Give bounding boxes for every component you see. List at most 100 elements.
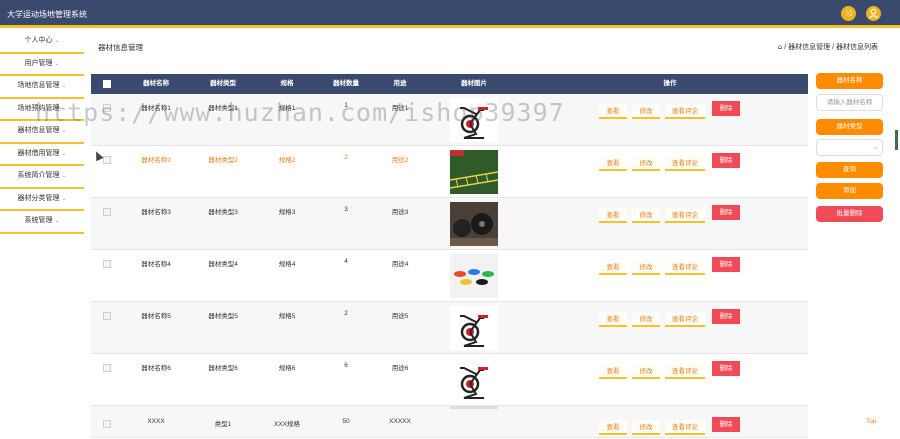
sidebar-item-label: 器材分类管理 [17,194,60,202]
scrollbar-thumb[interactable] [895,130,898,150]
equipment-image [450,254,498,298]
view-button[interactable]: 查看 [599,156,627,171]
sidebar-item-equipment[interactable]: 器材信息管理 ⌄ [0,121,84,144]
equipment-image [450,306,498,350]
sidebar-item-venue-booking[interactable]: 场地预约管理 ⌄ [0,99,84,121]
edit-button[interactable]: 修改 [632,420,660,435]
sidebar-item-label: 个人中心 [24,37,53,44]
app-title: 大学运动场地管理系统 [7,10,87,19]
view-button[interactable]: 查看 [599,208,627,223]
delete-button[interactable]: 删除 [712,257,740,272]
cell-type: 器材类型5 [208,313,238,320]
cell-use: 用途4 [391,261,409,268]
user-icon[interactable] [866,6,881,21]
cell-name: 器材名称3 [141,209,171,216]
back-to-top-link[interactable]: Top [866,418,876,425]
add-button[interactable]: 添加 [816,183,883,199]
cell-spec: 规格2 [278,157,296,164]
edit-button[interactable]: 修改 [632,156,660,171]
header-image: 器材图片 [461,80,487,87]
type-filter-label: 器材类型 [816,119,883,135]
sidebar-item-equipment-category[interactable]: 器材分类管理 ⌄ [0,189,84,211]
view-reviews-button[interactable]: 查看评论 [665,104,705,119]
delete-button[interactable]: 删除 [712,309,740,324]
delete-button[interactable]: 删除 [712,153,740,168]
query-button[interactable]: 查询 [816,162,883,178]
view-button[interactable]: 查看 [599,104,627,119]
row-checkbox[interactable] [103,208,111,216]
sidebar-item-venues[interactable]: 场地信息管理 ⌄ [0,76,84,99]
row-checkbox[interactable] [103,156,111,164]
view-button[interactable]: 查看 [599,312,627,327]
select-all-checkbox[interactable] [103,80,111,88]
delete-button[interactable]: 删除 [712,361,740,376]
cell-name: 器材名称5 [141,313,171,320]
view-reviews-button[interactable]: 查看评论 [665,208,705,223]
row-checkbox[interactable] [103,260,111,268]
edit-button[interactable]: 修改 [632,364,660,379]
type-select[interactable]: ⌄ [816,139,883,156]
breadcrumb-item: 器材信息列表 [836,44,878,51]
delete-button[interactable]: 删除 [712,417,740,432]
row-checkbox[interactable] [103,420,111,428]
view-button[interactable]: 查看 [599,420,627,435]
sidebar-item-system-intro[interactable]: 系统简介管理 ⌄ [0,166,84,189]
chevron-down-icon: ⌄ [54,60,60,67]
batch-delete-button[interactable]: 批量删除 [816,206,883,222]
view-button[interactable]: 查看 [599,260,627,275]
view-reviews-button[interactable]: 查看评论 [665,312,705,327]
table-header: 器材名称 器材类型 规格 器材数量 用途 器材图片 操作 [91,74,808,94]
table-row: 器材名称4 器材类型4 规格4 4 用途4 查看 修改 查看评论 删除 [91,250,808,302]
delete-button[interactable]: 删除 [712,205,740,220]
sidebar-item-label: 系统简介管理 [17,172,60,179]
sidebar-item-label: 用户管理 [24,59,53,67]
row-checkbox[interactable] [103,104,111,112]
cell-spec: XXX规格 [273,421,300,428]
cell-use: XXXXX [389,418,411,425]
cell-spec: 规格6 [278,365,296,372]
header-type[interactable]: 器材类型 [194,74,252,94]
view-reviews-button[interactable]: 查看评论 [665,364,705,379]
name-search-input[interactable]: 请输入器材名称 [816,94,883,111]
sidebar-item-users[interactable]: 用户管理 ⌄ [0,54,84,76]
equipment-image [450,406,498,409]
cell-type: 器材类型1 [208,105,238,112]
shuffle-icon[interactable]: ⤨ [841,6,856,21]
sidebar-item-system[interactable]: 系统管理 ⌄ [0,211,84,234]
cell-quantity: 6 [344,362,348,369]
table-row: 器材名称3 器材类型3 规格3 3 用途3 查看 修改 查看评论 删除 [91,198,808,250]
cell-use: 用途1 [391,105,409,112]
view-reviews-button[interactable]: 查看评论 [665,156,705,171]
cell-spec: 规格4 [278,261,296,268]
sidebar-item-label: 系统管理 [24,217,53,224]
edit-button[interactable]: 修改 [632,312,660,327]
row-checkbox[interactable] [103,312,111,320]
cell-name: 器材名称4 [141,261,171,268]
edit-button[interactable]: 修改 [632,208,660,223]
header-name[interactable]: 器材名称 [127,74,185,94]
view-reviews-button[interactable]: 查看评论 [665,260,705,275]
delete-button[interactable]: 删除 [712,101,740,116]
cell-name: 器材名称2 [141,157,171,164]
cell-use: 用途3 [391,209,409,216]
row-checkbox[interactable] [103,364,111,372]
cell-spec: 规格1 [278,105,296,112]
sidebar-item-equipment-borrow[interactable]: 器材借用管理 ⌄ [0,144,84,166]
edit-button[interactable]: 修改 [632,104,660,119]
cell-name: 器材名称1 [141,105,171,112]
breadcrumb-item[interactable]: 器材信息管理 [788,44,830,51]
header-use: 用途 [393,80,407,87]
home-icon[interactable]: ⌂ [778,43,782,51]
view-reviews-button[interactable]: 查看评论 [665,420,705,435]
view-button[interactable]: 查看 [599,364,627,379]
sidebar-item-label: 器材借用管理 [17,149,60,157]
header-spec[interactable]: 规格 [263,74,311,94]
chevron-down-icon: ⌄ [61,195,67,202]
cell-name: 器材名称6 [141,365,171,372]
cell-type: 器材类型6 [208,365,238,372]
sidebar-item-personal-center[interactable]: 个人中心 ⌄ [0,31,84,54]
cell-type: 类型1 [214,421,232,428]
header-quantity[interactable]: 器材数量 [319,74,373,94]
edit-button[interactable]: 修改 [632,260,660,275]
top-bar: 大学运动场地管理系统 ⤨ [0,0,900,28]
